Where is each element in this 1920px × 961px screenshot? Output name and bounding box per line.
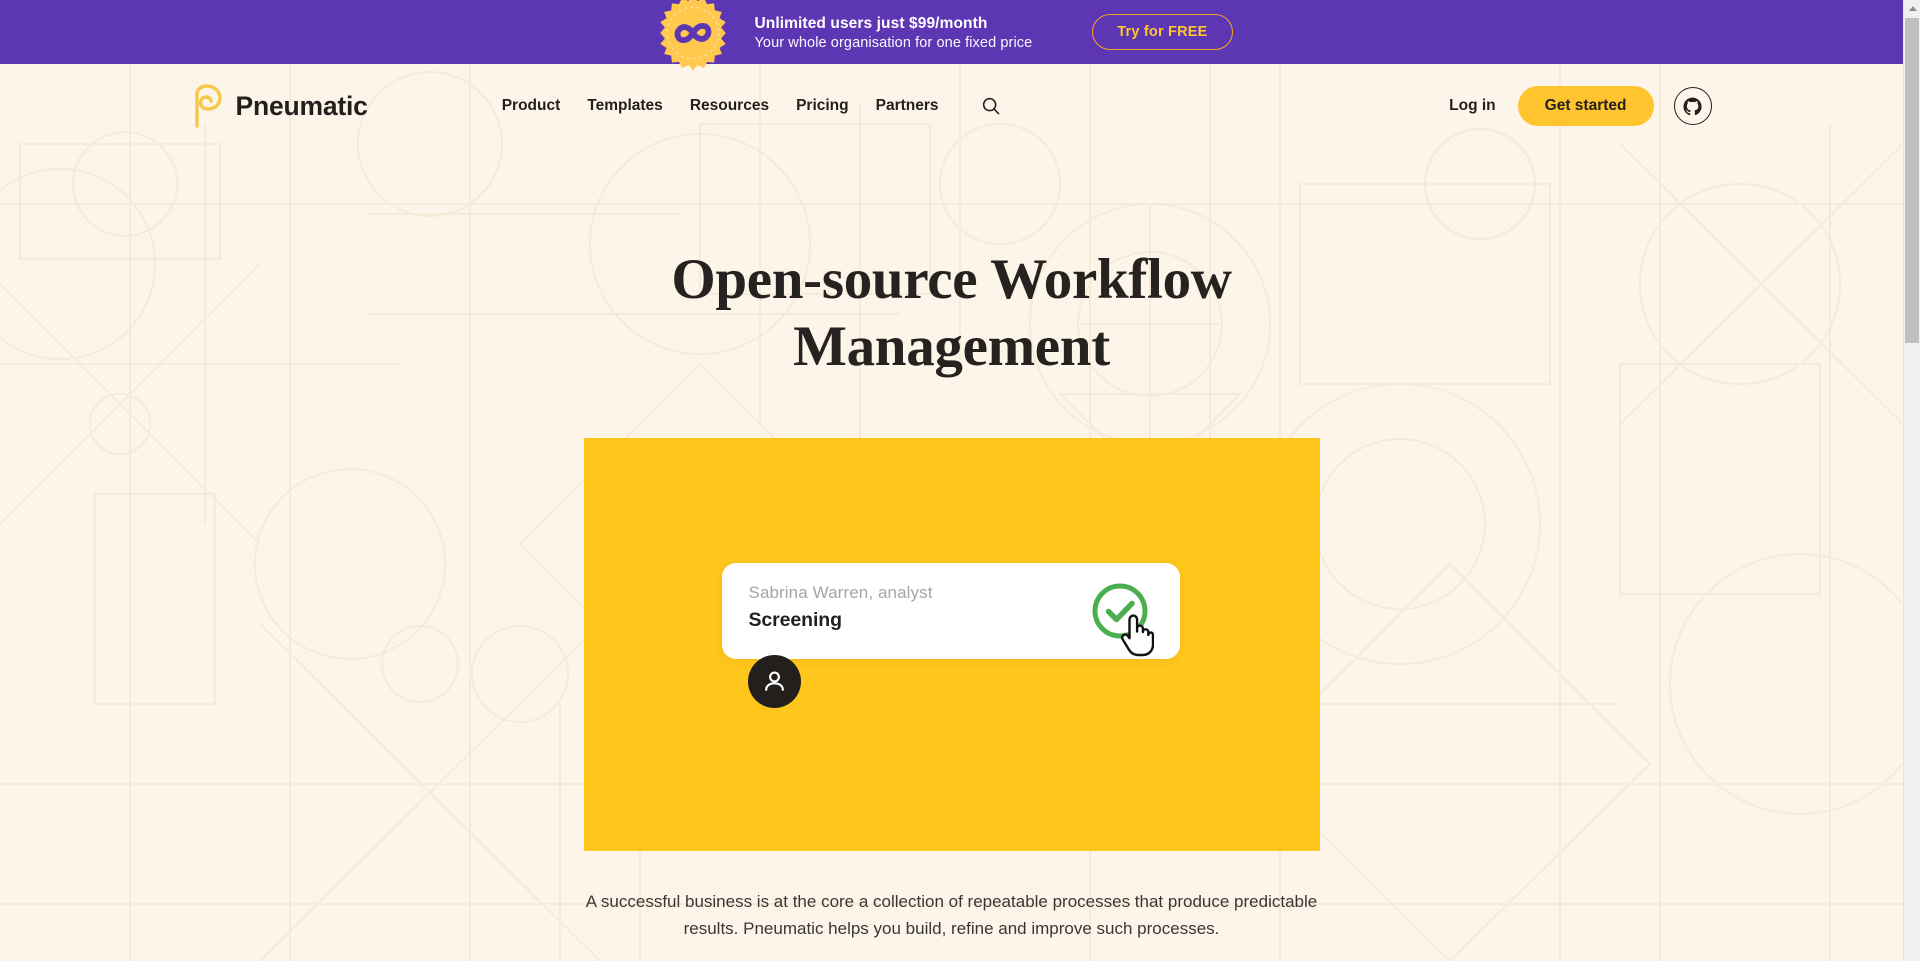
vertical-scroll-thumb[interactable] [1905,18,1919,343]
nav-link-partners[interactable]: Partners [876,97,939,115]
nav-link-resources[interactable]: Resources [690,97,769,115]
nav-link-product[interactable]: Product [502,97,561,115]
hero-section: Pneumatic Product Templates Resources Pr… [0,64,1903,961]
green-check-circle-icon [1092,583,1147,639]
site-navigation: Pneumatic Product Templates Resources Pr… [0,64,1903,148]
infinity-badge-icon [654,0,732,72]
hero-media-panel: Sabrina Warren, analyst Screening [583,438,1320,852]
get-started-button-nav[interactable]: Get started [1517,86,1654,126]
promo-banner-inner: Unlimited users just $99/month Your whol… [654,0,1233,72]
browser-viewport: Unlimited users just $99/month Your whol… [0,0,1920,961]
hero-description: A successful business is at the core a c… [585,892,1318,938]
page-title: Open-source Workflow Management [671,248,1232,378]
page-root: Unlimited users just $99/month Your whol… [0,0,1903,961]
task-assignee: Sabrina Warren, analyst [748,583,933,603]
task-card-text: Sabrina Warren, analyst Screening [749,582,933,632]
task-stage-name: Screening [748,609,842,632]
nav-link-templates[interactable]: Templates [587,97,663,115]
search-icon[interactable] [980,95,1002,117]
brand-name: Pneumatic [235,90,368,121]
user-avatar [747,655,801,709]
promo-text-block: Unlimited users just $99/month Your whol… [754,12,1032,52]
pneumatic-p-logo-icon [194,84,222,128]
promo-title: Unlimited users just $99/month [754,14,988,32]
user-avatar-icon [764,671,784,692]
nav-links: Product Templates Resources Pricing Part… [502,95,1002,117]
hero-content: Open-source Workflow Management Sabrina … [0,148,1903,961]
brand-logo[interactable]: Pneumatic [192,84,368,128]
log-in-link[interactable]: Log in [1449,97,1498,115]
scroll-up-triangle [1908,6,1917,11]
nav-link-pricing[interactable]: Pricing [796,97,849,115]
promo-banner: Unlimited users just $99/month Your whol… [0,0,1903,71]
workflow-task-card[interactable]: Sabrina Warren, analyst Screening [721,563,1180,660]
promo-subtitle: Your whole organisation for one fixed pr… [754,34,1033,51]
try-for-free-button[interactable]: Try for FREE [1092,14,1233,50]
vertical-scrollbar[interactable] [1903,0,1920,961]
task-complete-control[interactable] [1090,581,1154,657]
github-icon[interactable] [1673,87,1712,125]
scroll-up-arrow-icon[interactable] [1904,0,1920,17]
nav-actions: Log in Get started [1449,86,1712,126]
